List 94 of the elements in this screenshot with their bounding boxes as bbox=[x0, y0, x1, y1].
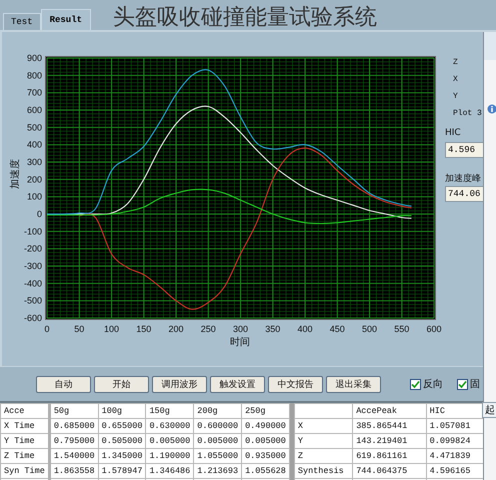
y-tick-label: 300 bbox=[26, 157, 42, 167]
table-cell: 1.055000 bbox=[194, 448, 242, 464]
table-cell: 1.190000 bbox=[146, 448, 194, 464]
y-tick-label: 600 bbox=[26, 105, 42, 115]
tab[interactable]: Test bbox=[3, 13, 41, 30]
header-cell: 100g bbox=[98, 404, 146, 418]
table-cell: 1.213693 bbox=[194, 464, 242, 478]
table-cell: 0.795000 bbox=[49, 434, 98, 448]
x-tick-label: 50 bbox=[74, 324, 84, 334]
table-cell: 0.490000 bbox=[242, 418, 290, 434]
table-cell: 143.219401 bbox=[352, 434, 426, 448]
readout-field: 744.06 bbox=[445, 186, 485, 202]
table-cell: Y bbox=[294, 434, 353, 448]
header-cell bbox=[294, 404, 353, 418]
table-cell: 0.005000 bbox=[146, 434, 194, 448]
x-tick-label: 550 bbox=[394, 324, 410, 334]
header-cell: 150g bbox=[146, 404, 194, 418]
table-cell: 1.540000 bbox=[49, 448, 98, 464]
y-tick-label: -100 bbox=[24, 226, 42, 236]
x-tick-label: 500 bbox=[362, 324, 378, 334]
x-tick-label: 100 bbox=[104, 324, 120, 334]
table-cell: Y Time bbox=[0, 434, 50, 448]
table-cell: 744.064375 bbox=[352, 464, 426, 478]
y-tick-label: -300 bbox=[24, 261, 42, 271]
y-axis-title: 加速度 bbox=[10, 159, 21, 189]
app-title: 头盔吸收碰撞能量试验系统 bbox=[113, 4, 378, 32]
table-cell: 1.346486 bbox=[146, 464, 194, 478]
legend-label: Z bbox=[453, 58, 459, 69]
readout-label: 加速度峰 bbox=[445, 172, 482, 186]
checkbox[interactable] bbox=[457, 378, 468, 390]
checkbox-label: 固 bbox=[470, 378, 480, 391]
x-tick-label: 350 bbox=[265, 324, 280, 334]
table-cell: 1.578947 bbox=[98, 464, 146, 478]
table-cell: 0.005000 bbox=[194, 434, 242, 448]
table-cell: 1.863558 bbox=[49, 464, 98, 478]
tab[interactable]: Result bbox=[40, 9, 92, 30]
y-tick-label: 100 bbox=[26, 192, 42, 202]
x-tick-label: 250 bbox=[200, 324, 216, 334]
action-button[interactable]: 开始 bbox=[94, 376, 149, 392]
header-cell: 250g bbox=[242, 404, 290, 418]
x-tick-label: 450 bbox=[330, 324, 345, 334]
y-tick-label: 800 bbox=[26, 70, 42, 80]
table-cell: 0.935000 bbox=[242, 448, 290, 464]
readout-label: HIC bbox=[445, 128, 462, 140]
y-tick-label: -200 bbox=[24, 244, 42, 254]
table-cell: Z Time bbox=[0, 448, 50, 464]
table-cell: Z bbox=[294, 448, 353, 464]
y-tick-label: 400 bbox=[26, 140, 42, 150]
table-cell: 0.600000 bbox=[194, 418, 242, 434]
y-tick-label: -500 bbox=[24, 296, 42, 306]
table-cell: 0.005000 bbox=[242, 434, 290, 448]
readout-field: 4.596 bbox=[445, 142, 485, 158]
table-cell: 0.630000 bbox=[146, 418, 194, 434]
header-cell: 200g bbox=[194, 404, 242, 418]
dialog-button[interactable]: 起 bbox=[482, 402, 496, 418]
table-cell: X Time bbox=[0, 418, 50, 434]
table-cell: Syn Time bbox=[0, 464, 50, 478]
y-tick-label: -600 bbox=[24, 313, 42, 323]
y-tick-label: 200 bbox=[26, 174, 42, 184]
table-cell: 0.685000 bbox=[49, 418, 98, 434]
checkbox[interactable] bbox=[410, 378, 421, 390]
x-tick-label: 300 bbox=[232, 324, 248, 334]
action-button[interactable]: 中文报告 bbox=[268, 376, 323, 392]
y-tick-label: -400 bbox=[24, 278, 42, 288]
action-button[interactable]: 自动 bbox=[36, 376, 91, 392]
x-axis-title: 时间 bbox=[230, 337, 250, 348]
y-tick-label: 700 bbox=[26, 88, 42, 98]
x-tick-label: 600 bbox=[426, 324, 442, 334]
header-cell: 50g bbox=[49, 404, 98, 418]
x-tick-label: 150 bbox=[136, 324, 152, 334]
x-tick-label: 400 bbox=[297, 324, 313, 334]
legend-label: Plot 3 bbox=[453, 109, 483, 120]
y-tick-label: 0 bbox=[36, 209, 42, 219]
legend-label: X bbox=[453, 75, 459, 86]
action-button[interactable]: 触发设置 bbox=[210, 376, 265, 392]
x-tick-label: 0 bbox=[44, 324, 50, 334]
legend-label: Y bbox=[453, 92, 459, 103]
action-button[interactable]: 调用波形 bbox=[152, 376, 207, 392]
y-tick-label: 500 bbox=[26, 122, 42, 132]
table-cell: 0.655000 bbox=[98, 418, 146, 434]
table-cell: 1.345000 bbox=[98, 448, 146, 464]
info-icon bbox=[487, 104, 496, 114]
y-tick-label: 900 bbox=[26, 53, 42, 63]
table-cell: Synthesis bbox=[294, 464, 353, 478]
table-cell: X bbox=[294, 418, 353, 434]
table-cell: 619.861161 bbox=[352, 448, 426, 464]
header-cell: Acce bbox=[0, 404, 50, 418]
checkbox-label: 反向 bbox=[423, 378, 443, 391]
header-cell: AccePeak bbox=[352, 404, 426, 418]
table-cell: 1.055628 bbox=[242, 464, 290, 478]
table-cell: 0.505000 bbox=[98, 434, 146, 448]
table-cell: 385.865441 bbox=[352, 418, 426, 434]
x-tick-label: 200 bbox=[168, 324, 184, 334]
action-button[interactable]: 退出采集 bbox=[326, 376, 381, 392]
